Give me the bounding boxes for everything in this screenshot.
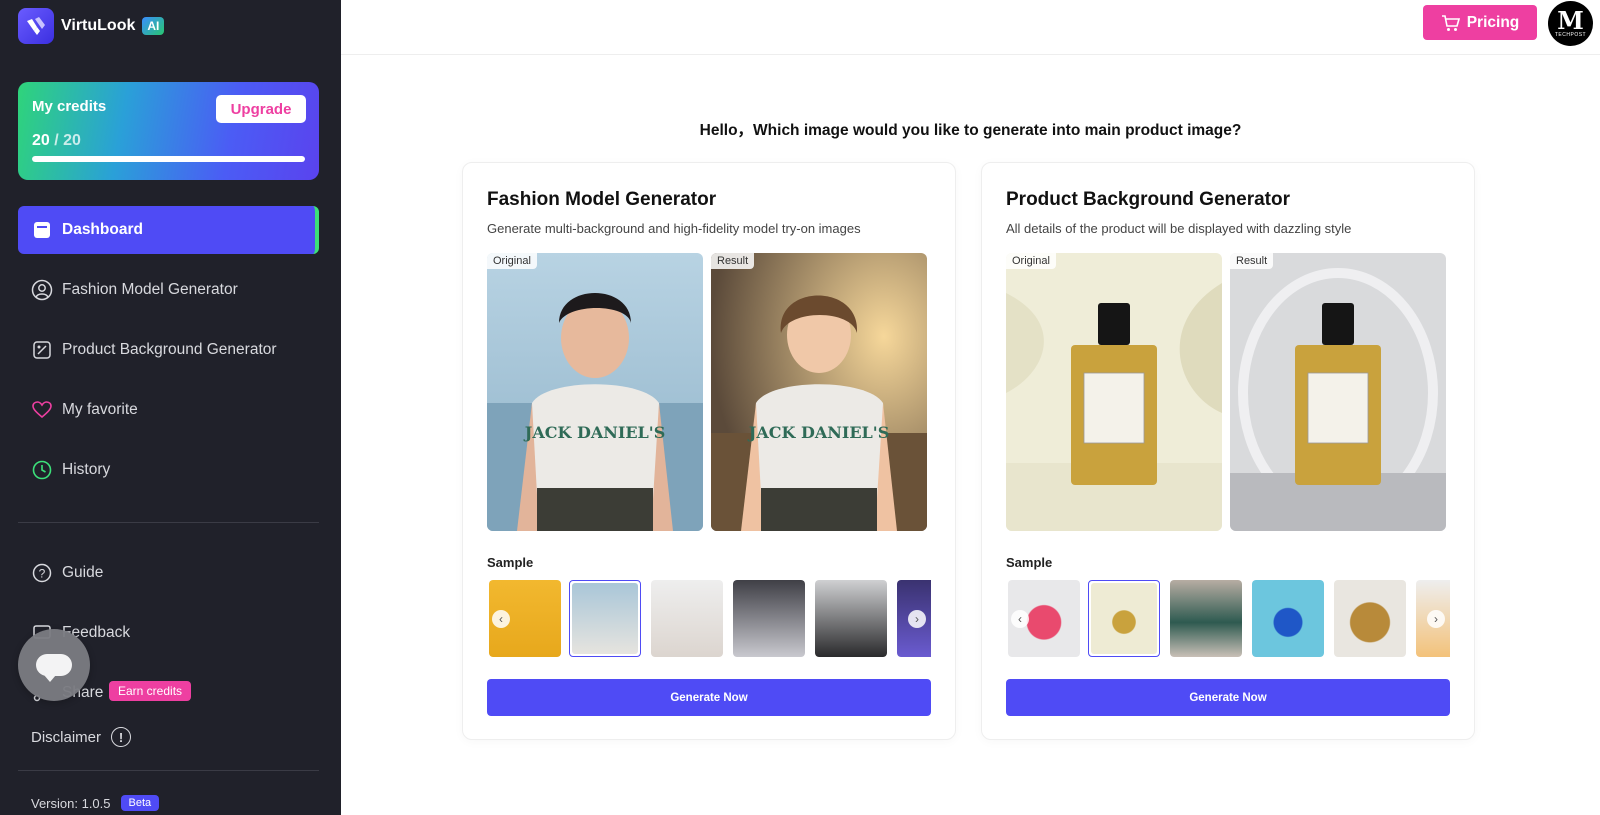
svg-text:JACK DANIEL'S: JACK DANIEL'S	[747, 423, 890, 442]
sidebar-item-label: My favorite	[62, 401, 138, 418]
sidebar-item-product-background-generator[interactable]: Product Background Generator	[18, 326, 319, 374]
sidebar-divider-bottom	[18, 770, 319, 771]
user-circle-icon	[31, 279, 53, 301]
sample-thumb[interactable]	[815, 580, 887, 657]
chat-bubble-icon	[36, 654, 72, 682]
brand[interactable]: VirtuLook AI	[18, 8, 165, 44]
sidebar-divider	[18, 522, 319, 523]
sidebar-item-label: History	[62, 461, 111, 478]
card-title: Fashion Model Generator	[487, 189, 717, 210]
fashion-model-card: Fashion Model Generator Generate multi-b…	[462, 162, 956, 740]
carousel-next-icon[interactable]: ›	[908, 610, 926, 628]
pricing-label: Pricing	[1466, 13, 1520, 31]
avatar-text: TECHPOST	[1554, 31, 1587, 38]
sidebar: VirtuLook AI My credits 20 / 20 Upgrade …	[0, 0, 341, 815]
credits-progress-bar	[32, 156, 305, 162]
exclamation-icon: !	[111, 727, 132, 747]
sample-thumbnails: ‹ ›	[1006, 578, 1450, 658]
sample-label: Sample	[487, 555, 534, 570]
product-background-card: Product Background Generator All details…	[981, 162, 1475, 740]
model-original-image: JACK DANIEL'S	[487, 253, 703, 531]
perfume-result-image	[1230, 253, 1446, 531]
sample-thumb-selected[interactable]	[1088, 580, 1160, 657]
card-title: Product Background Generator	[1006, 189, 1290, 210]
version-label: Version: 1.0.5	[31, 795, 111, 811]
sidebar-item-dashboard[interactable]: Dashboard	[18, 206, 319, 254]
model-result-image: JACK DANIEL'S	[711, 253, 927, 531]
original-tag: Original	[1006, 253, 1056, 269]
result-photo: Result	[1230, 253, 1446, 531]
beta-badge: Beta	[120, 795, 160, 811]
svg-text:?: ?	[39, 567, 46, 581]
image-edit-icon	[31, 339, 53, 361]
credits-card: My credits 20 / 20 Upgrade	[18, 82, 319, 180]
carousel-prev-icon[interactable]: ‹	[492, 610, 510, 628]
generate-now-button[interactable]: Generate Now	[487, 679, 931, 716]
carousel-prev-icon[interactable]: ‹	[1011, 610, 1029, 628]
dashboard-icon	[31, 219, 53, 241]
generate-now-button[interactable]: Generate Now	[1006, 679, 1450, 716]
credits-total: 20	[63, 132, 81, 149]
brand-logo-icon	[18, 8, 54, 44]
sidebar-item-label: Guide	[62, 564, 104, 581]
sidebar-item-label: Fashion Model Generator	[62, 281, 238, 298]
version-info: Version: 1.0.5 Beta	[31, 795, 160, 811]
pricing-button[interactable]: Pricing	[1423, 5, 1537, 40]
sample-thumb[interactable]	[1252, 580, 1324, 657]
sample-thumb[interactable]	[1170, 580, 1242, 657]
original-photo: JACK DANIEL'S Original	[487, 253, 703, 531]
svg-text:JACK DANIEL'S: JACK DANIEL'S	[523, 423, 666, 442]
avatar[interactable]: M TECHPOST	[1548, 1, 1593, 46]
result-tag: Result	[1230, 253, 1274, 269]
sidebar-item-label: Product Background Generator	[62, 341, 277, 358]
clock-icon	[31, 459, 53, 481]
original-photo: Original	[1006, 253, 1222, 531]
topbar: Pricing M TECHPOST	[341, 0, 1600, 55]
sample-thumb[interactable]	[1334, 580, 1406, 657]
sample-thumb-selected[interactable]	[569, 580, 641, 657]
disclaimer-link[interactable]: Disclaimer !	[31, 727, 132, 747]
card-subtitle: All details of the product will be displ…	[1006, 221, 1352, 236]
cart-icon	[1441, 14, 1460, 31]
sidebar-item-fashion-model-generator[interactable]: Fashion Model Generator	[18, 266, 319, 314]
result-tag: Result	[711, 253, 755, 269]
sample-thumb[interactable]	[733, 580, 805, 657]
credits-separator: /	[54, 132, 59, 149]
card-subtitle: Generate multi-background and high-fidel…	[487, 221, 861, 236]
earn-credits-badge[interactable]: Earn credits	[109, 681, 192, 701]
sidebar-item-guide[interactable]: ? Guide	[18, 549, 319, 597]
sidebar-item-my-favorite[interactable]: My favorite	[18, 386, 319, 434]
credits-used: 20	[32, 132, 50, 149]
sample-thumbnails: ‹ ›	[487, 578, 931, 658]
perfume-original-image	[1006, 253, 1222, 531]
sidebar-item-history[interactable]: History	[18, 446, 319, 494]
brand-name: VirtuLook	[61, 17, 136, 34]
original-tag: Original	[487, 253, 537, 269]
avatar-letter: M	[1557, 5, 1584, 35]
credits-progress-fill	[32, 156, 305, 162]
carousel-next-icon[interactable]: ›	[1427, 610, 1445, 628]
sample-label: Sample	[1006, 555, 1053, 570]
result-photo: JACK DANIEL'S Result	[711, 253, 927, 531]
sample-thumb[interactable]	[651, 580, 723, 657]
disclaimer-label: Disclaimer	[31, 728, 102, 746]
page-greeting: Hello，Which image would you like to gene…	[699, 122, 1242, 139]
credits-count: 20 / 20	[32, 132, 81, 150]
heart-icon	[31, 399, 53, 421]
brand-ai-badge: AI	[142, 17, 165, 35]
sidebar-item-label: Dashboard	[62, 221, 143, 238]
upgrade-button[interactable]: Upgrade	[216, 95, 306, 123]
question-icon: ?	[31, 562, 53, 584]
chat-button[interactable]	[18, 629, 90, 701]
